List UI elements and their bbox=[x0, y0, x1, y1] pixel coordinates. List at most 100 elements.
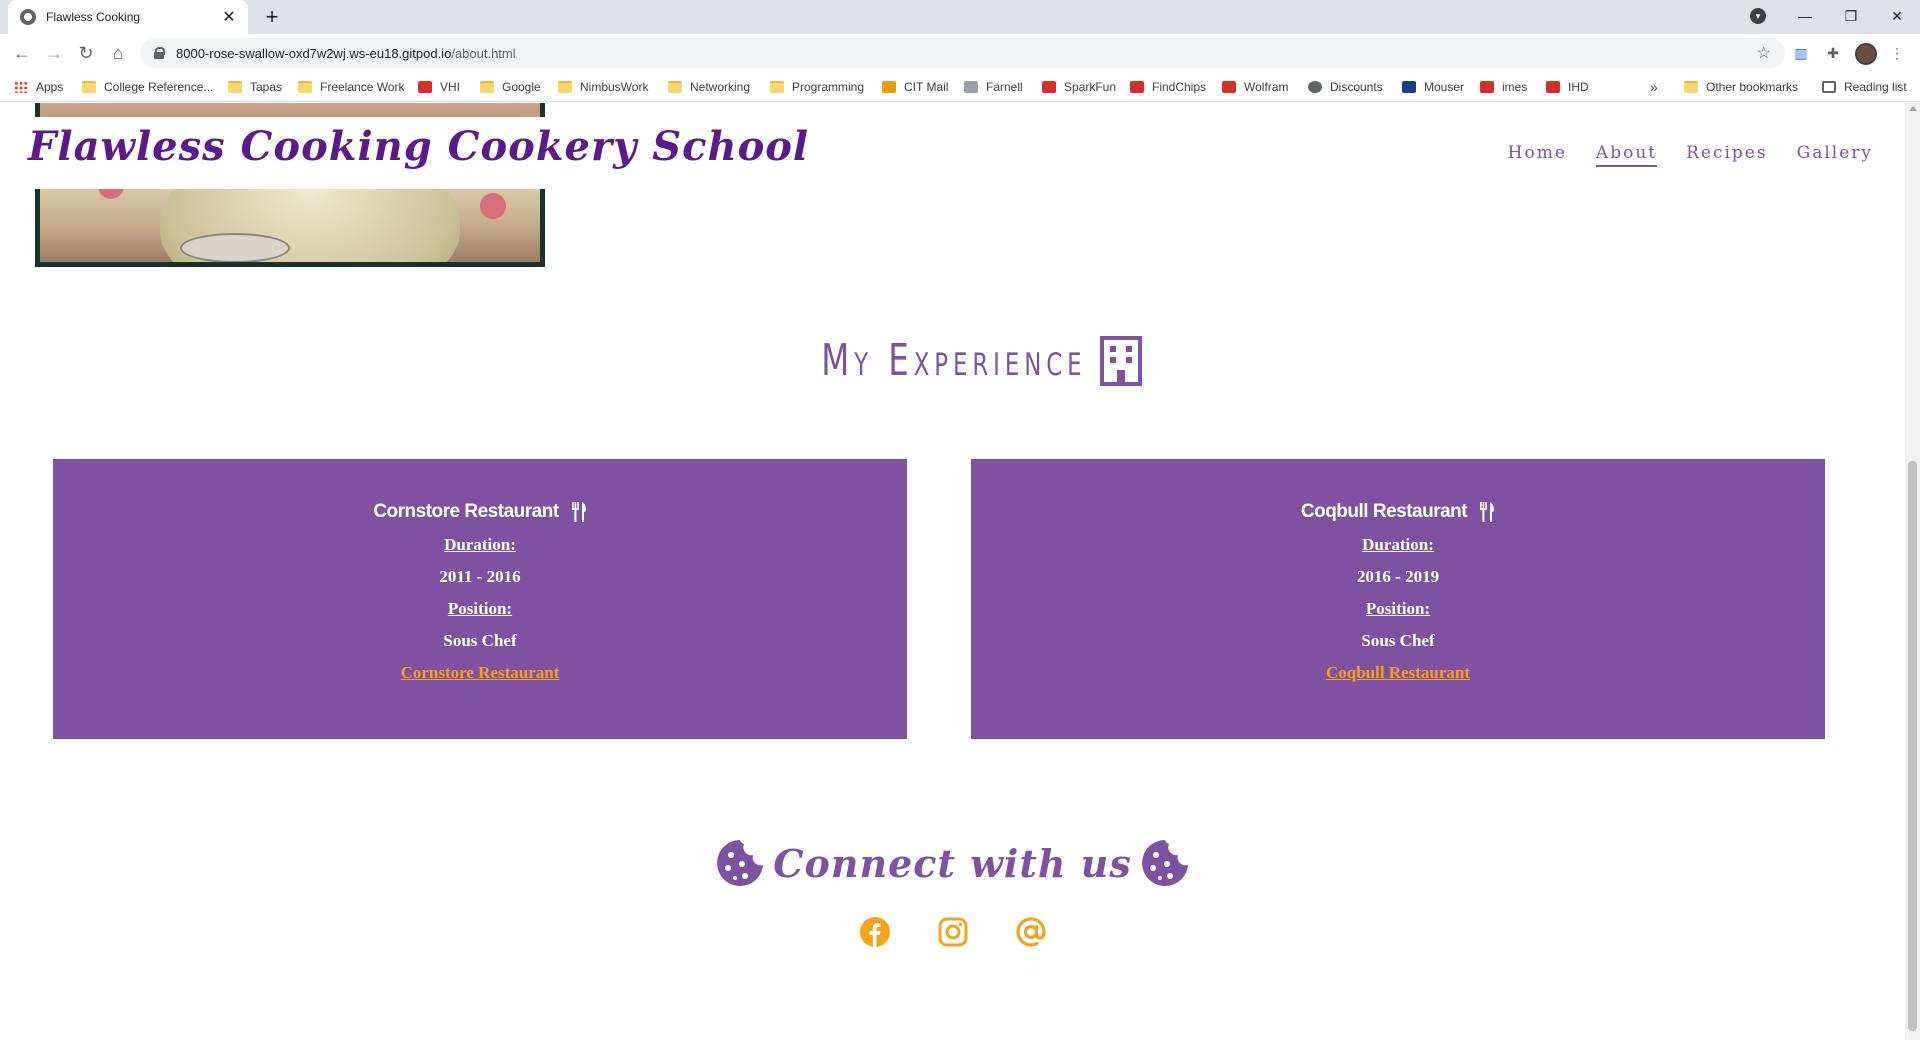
experience-heading: My Experience bbox=[0, 335, 1905, 386]
bookmark-item[interactable]: Tapas bbox=[228, 77, 282, 97]
bookmark-item[interactable]: NimbusWork bbox=[558, 77, 648, 97]
experience-title: My Experience bbox=[820, 335, 1087, 386]
decoration-image bbox=[480, 193, 506, 219]
bookmark-item[interactable]: Freelance Work bbox=[298, 77, 404, 97]
mouser-icon bbox=[1402, 81, 1416, 93]
connect-title: Connect with us bbox=[773, 840, 1132, 886]
position-value: Sous Chef bbox=[443, 631, 517, 650]
restore-button[interactable]: ❐ bbox=[1828, 0, 1874, 34]
folder-icon bbox=[480, 81, 494, 93]
bookmark-item[interactable]: SparkFun bbox=[1042, 77, 1116, 97]
bookmark-item[interactable]: Discounts bbox=[1308, 77, 1383, 97]
experience-card: Coqbull Restaurant Duration: 2016 - 2019… bbox=[971, 459, 1825, 739]
restaurant-link[interactable]: Cornstore Restaurant bbox=[401, 663, 560, 683]
back-icon[interactable]: ← bbox=[8, 39, 36, 67]
nav-gallery[interactable]: Gallery bbox=[1797, 143, 1873, 167]
profile-avatar[interactable] bbox=[1855, 43, 1877, 65]
card-title: Coqbull Restaurant bbox=[971, 501, 1825, 523]
home-icon[interactable]: ⌂ bbox=[104, 39, 132, 67]
sparkfun-icon bbox=[1042, 81, 1056, 93]
minimize-button[interactable]: — bbox=[1782, 0, 1828, 34]
url-host: 8000-rose-swallow-oxd7w2wj.ws-eu18.gitpo… bbox=[176, 45, 452, 61]
bookmark-item[interactable]: FindChips bbox=[1130, 77, 1206, 97]
page-scrollbar[interactable] bbox=[1905, 103, 1920, 1040]
bookmark-item[interactable]: Apps bbox=[14, 77, 63, 97]
scroll-up-arrow-icon[interactable] bbox=[1909, 106, 1917, 111]
nav-recipes[interactable]: Recipes bbox=[1686, 143, 1768, 167]
bookmark-item[interactable]: IHD bbox=[1546, 77, 1589, 97]
other-bookmarks[interactable]: Other bookmarks bbox=[1684, 77, 1798, 97]
new-tab-button[interactable]: + bbox=[258, 3, 286, 31]
wolfram-icon bbox=[1222, 81, 1236, 93]
cookie-icon bbox=[1141, 840, 1188, 886]
globe-icon bbox=[1308, 81, 1322, 93]
farnell-icon bbox=[964, 81, 978, 93]
browser-tab[interactable]: Flawless Cooking ✕ bbox=[8, 0, 248, 34]
browser-menu-icon[interactable]: ⋮ bbox=[1888, 44, 1906, 62]
restaurant-name: Cornstore Restaurant bbox=[373, 501, 559, 522]
bookmark-item[interactable]: Google bbox=[480, 77, 541, 97]
scrollbar-thumb[interactable] bbox=[1908, 461, 1917, 1031]
site-navbar: Flawless Cooking Cookery School Home Abo… bbox=[0, 117, 1905, 189]
reading-list-icon bbox=[1822, 81, 1836, 93]
forward-icon[interactable]: → bbox=[40, 39, 68, 67]
url-path: /about.html bbox=[451, 45, 516, 61]
tin-image bbox=[180, 233, 290, 262]
extensions-puzzle-icon[interactable]: ✚ bbox=[1824, 44, 1842, 62]
bookmark-item[interactable]: Wolfram bbox=[1222, 77, 1288, 97]
bookmark-item[interactable]: Networking bbox=[668, 77, 750, 97]
bookmark-item[interactable]: CIT Mail bbox=[882, 77, 948, 97]
folder-icon bbox=[1684, 81, 1698, 93]
experience-card: Cornstore Restaurant Duration: 2011 - 20… bbox=[53, 459, 907, 739]
facebook-icon[interactable] bbox=[859, 916, 891, 948]
bookmark-item[interactable]: Programming bbox=[770, 77, 864, 97]
tab-search-icon[interactable]: ▾ bbox=[1750, 8, 1766, 24]
extension-chart-icon[interactable]: ▥ bbox=[1792, 44, 1810, 62]
instagram-icon[interactable] bbox=[937, 916, 969, 948]
position-label: Position: bbox=[1365, 599, 1431, 618]
reload-icon[interactable]: ↻ bbox=[72, 39, 100, 67]
duration-label: Duration: bbox=[1362, 535, 1434, 554]
browser-toolbar: ← → ↻ ⌂ 8000-rose-swallow-oxd7w2wj.ws-eu… bbox=[0, 34, 1920, 72]
findchips-icon bbox=[1130, 81, 1144, 93]
folder-icon bbox=[770, 81, 784, 93]
duration-value: 2016 - 2019 bbox=[1356, 567, 1440, 586]
browser-tabstrip: Flawless Cooking ✕ + ▾ — ❐ ✕ bbox=[0, 0, 1920, 34]
lock-icon[interactable] bbox=[154, 47, 165, 59]
page-viewport: Flawless Cooking Cookery School Home Abo… bbox=[0, 103, 1905, 1040]
ihd-icon bbox=[1546, 81, 1560, 93]
tab-title: Flawless Cooking bbox=[46, 10, 141, 24]
vhi-icon bbox=[418, 81, 432, 93]
utensils-icon bbox=[571, 502, 586, 522]
site-brand[interactable]: Flawless Cooking Cookery School bbox=[28, 123, 809, 170]
cookie-icon bbox=[717, 840, 764, 886]
bookmark-item[interactable]: imes bbox=[1480, 77, 1527, 97]
folder-icon bbox=[668, 81, 682, 93]
eet-icon bbox=[1480, 81, 1494, 93]
folder-icon bbox=[82, 81, 96, 93]
bookmark-item[interactable]: College Reference... bbox=[82, 77, 213, 97]
nav-home[interactable]: Home bbox=[1508, 143, 1567, 167]
reading-list[interactable]: Reading list bbox=[1822, 77, 1907, 97]
restaurant-link[interactable]: Coqbull Restaurant bbox=[1326, 663, 1470, 683]
apps-grid-icon bbox=[14, 81, 28, 93]
close-tab-icon[interactable]: ✕ bbox=[220, 7, 238, 27]
position-value: Sous Chef bbox=[1361, 631, 1435, 650]
bookmark-item[interactable]: VHI bbox=[418, 77, 460, 97]
folder-icon bbox=[298, 81, 312, 93]
close-window-button[interactable]: ✕ bbox=[1874, 0, 1920, 34]
address-bar[interactable]: 8000-rose-swallow-oxd7w2wj.ws-eu18.gitpo… bbox=[140, 38, 1785, 68]
bookmark-star-icon[interactable]: ☆ bbox=[1757, 43, 1771, 63]
email-icon[interactable] bbox=[1015, 916, 1047, 948]
bookmarks-bar: Apps College Reference... Tapas Freelanc… bbox=[0, 72, 1920, 102]
position-label: Position: bbox=[447, 599, 513, 618]
utensils-icon bbox=[1480, 502, 1495, 522]
nav-about[interactable]: About bbox=[1595, 143, 1658, 167]
bookmarks-overflow-button[interactable]: » bbox=[1650, 77, 1658, 97]
restaurant-name: Coqbull Restaurant bbox=[1300, 501, 1468, 522]
bookmark-item[interactable]: Farnell bbox=[964, 77, 1023, 97]
duration-label: Duration: bbox=[444, 535, 516, 554]
bookmark-item[interactable]: Mouser bbox=[1402, 77, 1464, 97]
card-title: Cornstore Restaurant bbox=[53, 501, 907, 523]
building-icon bbox=[1100, 335, 1143, 386]
